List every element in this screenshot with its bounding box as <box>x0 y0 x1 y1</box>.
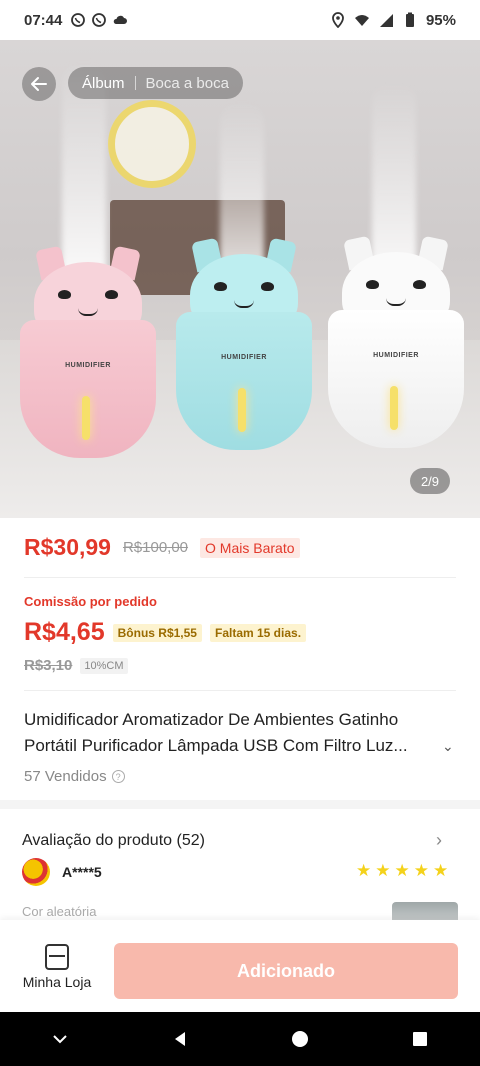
avatar <box>22 858 50 886</box>
commission-original: R$3,10 <box>24 657 73 674</box>
price-row: R$30,99 R$100,00 O Mais Barato <box>24 534 300 561</box>
product-title[interactable]: Umidificador Aromatizador De Ambientes G… <box>24 707 444 759</box>
back-button[interactable] <box>22 67 56 101</box>
background-clock <box>108 100 196 188</box>
commission-rate-badge: 10%CM <box>80 657 128 674</box>
gallery-tabs: Álbum Boca a boca <box>68 67 243 99</box>
tab-album[interactable]: Álbum <box>82 75 125 92</box>
star-icon: ★ <box>394 861 410 880</box>
tab-separator <box>134 76 136 90</box>
star-icon: ★ <box>433 861 449 880</box>
back-triangle-icon[interactable] <box>170 1029 190 1049</box>
store-icon <box>45 944 69 970</box>
chevron-right-icon[interactable]: › <box>436 830 442 851</box>
chevron-down-icon[interactable] <box>50 1029 70 1049</box>
divider <box>24 690 456 691</box>
humidifier-white: HUMIDIFIER <box>328 235 464 450</box>
reviewer: A****5 <box>22 858 102 886</box>
humidifier-label: HUMIDIFIER <box>221 354 267 361</box>
my-store-button[interactable]: Minha Loja <box>14 944 100 1000</box>
recents-square-icon[interactable] <box>410 1029 430 1049</box>
battery-level: 95% <box>425 11 456 29</box>
current-price: R$30,99 <box>24 534 111 560</box>
sold-label: 57 Vendidos <box>24 768 107 785</box>
system-icons: 95% <box>330 12 456 29</box>
reviews-title[interactable]: Avaliação do produto (52) <box>22 832 205 850</box>
original-price: R$100,00 <box>122 539 189 556</box>
star-icon: ★ <box>375 861 391 880</box>
humidifier-label: HUMIDIFIER <box>65 362 111 369</box>
star-icon: ★ <box>413 861 429 880</box>
bottom-action-bar: Minha Loja Adicionado <box>0 920 480 1012</box>
system-nav-bar <box>0 1012 480 1066</box>
reviewer-name: A****5 <box>62 864 102 880</box>
home-circle-icon[interactable] <box>290 1029 310 1049</box>
location-icon <box>332 12 344 28</box>
star-icon: ★ <box>356 861 372 880</box>
humidifier-label: HUMIDIFIER <box>373 352 419 359</box>
status-bar: 07:44 95% <box>0 0 480 40</box>
commission-amount: R$4,65 <box>24 618 105 646</box>
tab-boca-a-boca[interactable]: Boca a boca <box>146 75 229 92</box>
humidifier-blue: HUMIDIFIER <box>176 237 312 452</box>
whatsapp-icon <box>92 13 107 27</box>
commission-title: Comissão por pedido <box>24 594 157 609</box>
added-button[interactable]: Adicionado <box>114 943 458 999</box>
product-image-gallery[interactable]: HUMIDIFIER HUMIDIFIER HUMIDIFIER Álbum B… <box>0 40 480 518</box>
status-time: 07:44 <box>24 11 63 29</box>
commission-row: R$4,65 Bônus R$1,55 Faltam 15 dias. <box>24 618 307 647</box>
chevron-down-icon[interactable]: ⌄ <box>442 738 454 755</box>
section-separator <box>0 800 480 809</box>
humidifier-pink: HUMIDIFIER <box>20 245 156 460</box>
arrow-left-icon <box>31 77 47 91</box>
sold-count: 57 Vendidos ? <box>24 768 125 785</box>
review-photo[interactable] <box>392 902 458 922</box>
wifi-icon <box>354 15 369 26</box>
notification-icons <box>70 12 128 28</box>
signal-icon <box>379 14 393 27</box>
cheapest-badge: O Mais Barato <box>200 537 300 558</box>
battery-icon <box>405 12 414 27</box>
whatsapp-icon <box>71 13 86 27</box>
help-icon[interactable]: ? <box>111 770 125 783</box>
cloud-icon <box>114 15 128 24</box>
commission-original-row: R$3,10 10%CM <box>24 657 128 674</box>
image-counter: 2/9 <box>410 468 450 494</box>
review-variant: Cor aleatória <box>22 904 97 919</box>
store-label: Minha Loja <box>22 974 92 990</box>
rating-stars: ★ ★ ★ ★ ★ <box>356 862 448 879</box>
bonus-badge: Bônus R$1,55 <box>112 623 202 642</box>
deadline-badge: Faltam 15 dias. <box>209 623 307 642</box>
divider <box>24 577 456 578</box>
